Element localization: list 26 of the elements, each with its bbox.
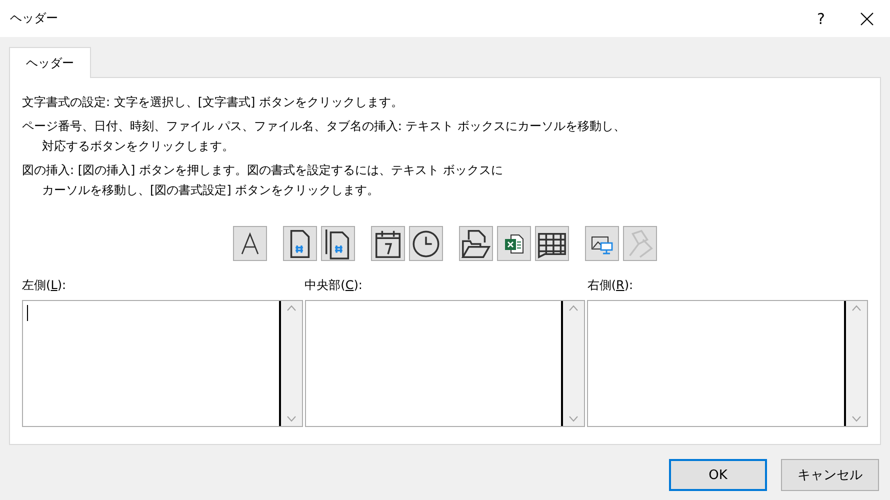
letter-icon: [239, 232, 261, 256]
toolbar-button[interactable]: [585, 226, 619, 261]
instruction-text: 図の挿入: [図の挿入] ボタンを押します。図の書式を設定するには、テキスト ボックスに: [22, 162, 503, 179]
toolbar-button[interactable]: [233, 226, 267, 261]
toolbar-button[interactable]: [371, 226, 405, 261]
window-title: ヘッダー: [10, 10, 59, 27]
close-icon: [860, 12, 874, 26]
instruction-text: 対応するボタンをクリックします。: [41, 138, 234, 155]
folder-icon: [460, 228, 492, 260]
instruction-text: 文字書式の設定: 文字を選択し、[文字書式] ボタンをクリックします。: [22, 94, 404, 111]
toolbar-button[interactable]: [283, 226, 317, 261]
instruction-text: カーソルを移動し、[図の書式設定] ボタンをクリックします。: [41, 182, 380, 199]
toolbar-button[interactable]: [321, 226, 355, 261]
toolbar-button[interactable]: [459, 226, 493, 261]
toolbar-button[interactable]: [497, 226, 531, 261]
tab[interactable]: ヘッダー: [9, 47, 91, 78]
dialog-button[interactable]: キャンセル: [781, 459, 879, 491]
field-label: 左側(L):: [22, 277, 66, 294]
help-button[interactable]: ?: [798, 0, 844, 37]
dialog-button[interactable]: OK: [669, 459, 767, 491]
spreadsheet-icon: [503, 232, 525, 254]
field-label: 右側(R):: [587, 277, 634, 294]
toolbar-button[interactable]: [409, 226, 443, 261]
instruction-text: ページ番号、日付、時刻、ファイル パス、ファイル名、タブ名の挿入: テキスト ボックスにカーソルを移動し、: [22, 118, 626, 135]
field-label: 中央部(C):: [304, 277, 362, 294]
toolbar-button[interactable]: [535, 226, 569, 261]
